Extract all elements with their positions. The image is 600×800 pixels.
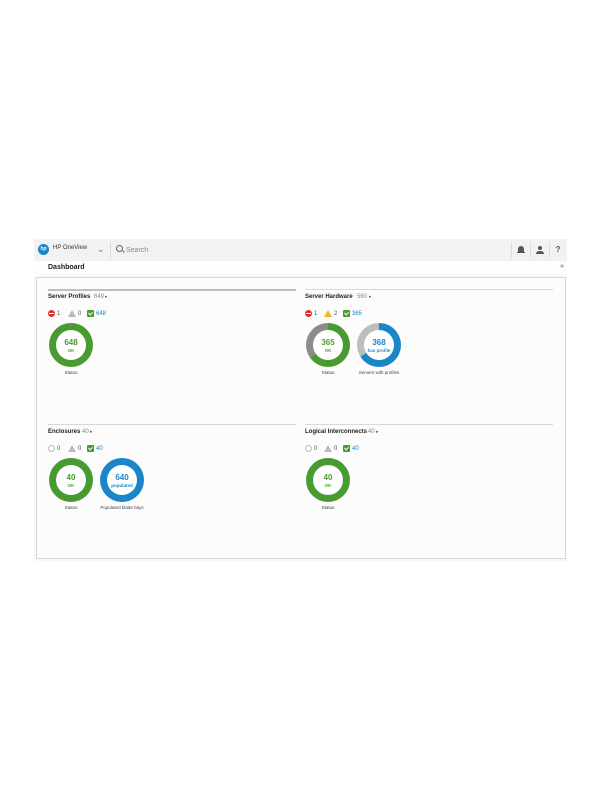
top-bar: hp HP OneView ⌄ ? [34, 239, 567, 262]
critical-icon [305, 445, 312, 452]
warning-count[interactable]: 2 [324, 310, 337, 317]
logical-interconnects-panel: Logical Interconnects 40 ▸ 0 0 40 40 OK … [305, 424, 555, 554]
ok-count[interactable]: 40 [343, 445, 359, 452]
status-donut[interactable]: 365 OK [306, 323, 350, 367]
search-icon[interactable] [116, 245, 123, 252]
hp-logo: hp [38, 244, 49, 255]
ok-icon [343, 310, 350, 317]
arrow-right-icon[interactable]: ▸ [90, 429, 93, 435]
critical-count[interactable]: 0 [305, 445, 317, 452]
warning-icon [324, 445, 332, 452]
warning-icon [68, 310, 76, 317]
collapse-icon[interactable]: « [560, 263, 564, 270]
app-title: HP OneView [53, 245, 88, 251]
warning-icon [68, 445, 76, 452]
critical-count[interactable]: 0 [48, 445, 60, 452]
critical-icon [48, 310, 55, 317]
panel-title[interactable]: Server Profiles [48, 294, 90, 300]
servers-with-profiles-donut[interactable]: 368 has profile [357, 323, 401, 367]
ok-icon [87, 445, 94, 452]
status-donut[interactable]: 648 OK [49, 323, 93, 367]
user-icon[interactable] [533, 243, 547, 257]
warning-icon [324, 310, 332, 317]
panel-title[interactable]: Server Hardware [305, 294, 353, 300]
panel-divider [305, 424, 553, 425]
populated-bays-donut[interactable]: 640 populated [100, 458, 144, 502]
ok-count[interactable]: 365 [343, 310, 362, 317]
search-input[interactable] [126, 243, 426, 257]
panel-divider [305, 289, 553, 290]
warning-count[interactable]: 0 [324, 445, 337, 452]
help-icon[interactable]: ? [551, 243, 565, 257]
arrow-right-icon[interactable]: ▸ [105, 294, 108, 300]
chevron-down-icon[interactable]: ⌄ [97, 243, 105, 255]
critical-icon [305, 310, 312, 317]
warning-count[interactable]: 0 [68, 445, 81, 452]
panel-title[interactable]: Enclosures [48, 429, 80, 435]
arrow-right-icon[interactable]: ▸ [376, 429, 379, 435]
panel-title[interactable]: Logical Interconnects [305, 429, 367, 435]
dashboard-content: Server Profiles 649 ▸ 1 0 648 648 OK Sta… [36, 277, 566, 559]
critical-icon [48, 445, 55, 452]
panel-count[interactable]: 649 [94, 294, 104, 300]
panel-count[interactable]: 560 [357, 294, 367, 300]
warning-count[interactable]: 0 [68, 310, 81, 317]
critical-count[interactable]: 1 [305, 310, 317, 317]
critical-count[interactable]: 1 [48, 310, 60, 317]
panel-count[interactable]: 40 [82, 429, 89, 435]
ok-icon [343, 445, 350, 452]
panel-divider [48, 289, 296, 291]
status-donut[interactable]: 40 OK [49, 458, 93, 502]
ok-count[interactable]: 40 [87, 445, 103, 452]
divider [530, 242, 531, 258]
donut-caption: Status [64, 370, 78, 375]
enclosures-panel: Enclosures 40 ▸ 0 0 40 40 OK Status 640 … [48, 424, 298, 554]
divider [110, 242, 111, 258]
arrow-right-icon[interactable]: ▸ [369, 294, 372, 300]
donut-caption: Populated blade bays [100, 505, 144, 510]
panel-divider [48, 424, 296, 425]
divider [511, 242, 512, 258]
page-title: Dashboard [48, 264, 85, 271]
divider [549, 242, 550, 258]
server-profiles-panel: Server Profiles 649 ▸ 1 0 648 648 OK Sta… [48, 289, 298, 419]
panel-count[interactable]: 40 [368, 429, 375, 435]
ok-icon [87, 310, 94, 317]
status-donut[interactable]: 40 OK [306, 458, 350, 502]
donut-caption: Status [321, 505, 335, 510]
ok-count[interactable]: 648 [87, 310, 106, 317]
server-hardware-panel: Server Hardware 560 ▸ 1 2 365 365 OK Sta… [305, 289, 555, 419]
oneview-app: hp HP OneView ⌄ ? Dashboard « Server Pro… [34, 239, 567, 561]
dashboard-header: Dashboard « [34, 261, 567, 276]
donut-caption: Servers with profiles [358, 370, 400, 375]
bell-icon[interactable] [514, 243, 528, 257]
